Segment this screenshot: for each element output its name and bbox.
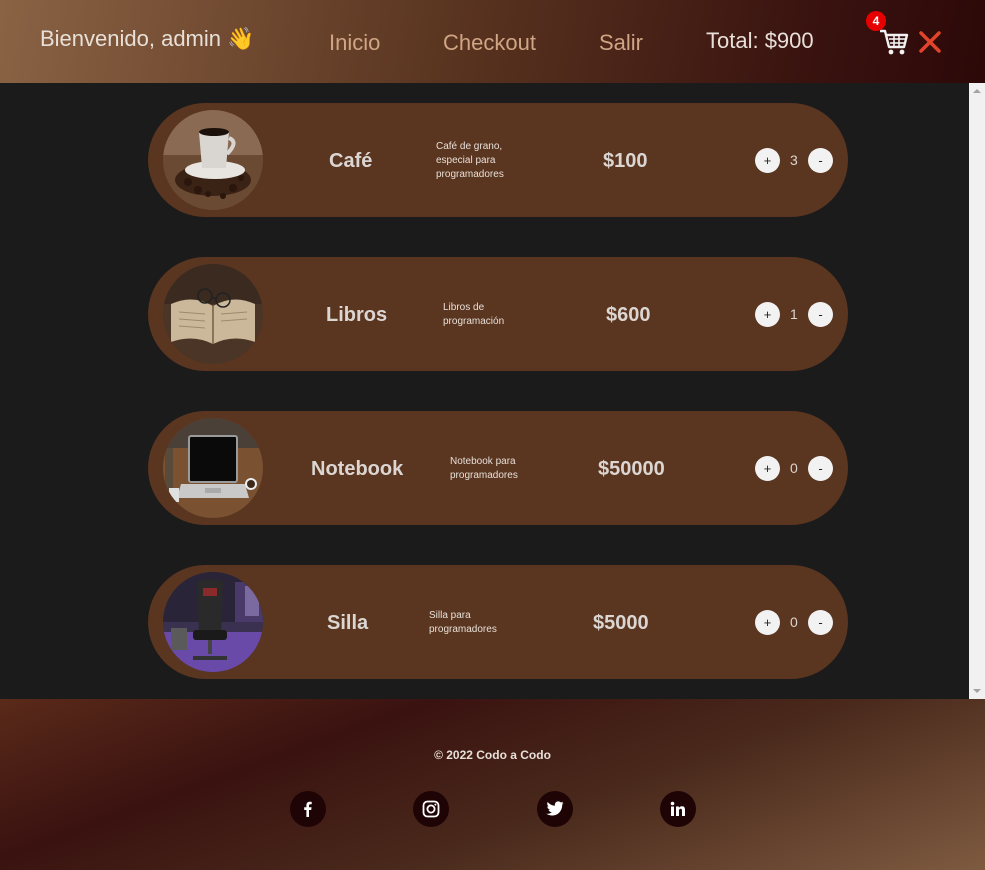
product-card-notebook: Notebook Notebook para programadores $50… bbox=[148, 411, 848, 525]
product-list: Café Café de grano, especial para progra… bbox=[0, 83, 969, 699]
vertical-scrollbar[interactable] bbox=[969, 83, 985, 699]
decrease-quantity-button[interactable]: - bbox=[808, 302, 833, 327]
scroll-down-arrow-icon[interactable] bbox=[969, 683, 985, 699]
product-description: Notebook para programadores bbox=[450, 456, 518, 481]
cart-total: Total: $900 bbox=[706, 28, 814, 53]
product-quantity: 0 bbox=[790, 460, 798, 476]
nav-salir-link[interactable]: Salir bbox=[599, 30, 643, 56]
product-name: Notebook bbox=[311, 458, 404, 480]
instagram-icon[interactable] bbox=[413, 791, 449, 827]
product-description: Café de grano, especial para programador… bbox=[436, 141, 504, 180]
open-book-image bbox=[163, 264, 263, 364]
welcome-message: Bienvenido, admin 👋 bbox=[40, 26, 255, 51]
increase-quantity-button[interactable]: + bbox=[755, 610, 780, 635]
product-price: $100 bbox=[603, 150, 648, 172]
decrease-quantity-button[interactable]: - bbox=[808, 456, 833, 481]
product-quantity: 1 bbox=[790, 306, 798, 322]
nav-inicio-link[interactable]: Inicio bbox=[329, 30, 380, 56]
facebook-icon[interactable] bbox=[290, 791, 326, 827]
product-card-cafe: Café Café de grano, especial para progra… bbox=[148, 103, 848, 217]
product-quantity: 3 bbox=[790, 152, 798, 168]
copyright-text: © 2022 Codo a Codo bbox=[434, 748, 551, 762]
product-price: $50000 bbox=[598, 458, 665, 480]
nav-checkout-link[interactable]: Checkout bbox=[443, 30, 536, 56]
laptop-image bbox=[163, 418, 263, 518]
product-description: Silla para programadores bbox=[429, 610, 497, 635]
product-price: $5000 bbox=[593, 612, 649, 634]
product-quantity: 0 bbox=[790, 614, 798, 630]
increase-quantity-button[interactable]: + bbox=[755, 456, 780, 481]
page-footer: © 2022 Codo a Codo bbox=[0, 699, 985, 870]
product-card-libros: Libros Libros de programación $600 + 1 - bbox=[148, 257, 848, 371]
product-card-silla: Silla Silla para programadores $5000 + 0… bbox=[148, 565, 848, 679]
scroll-up-arrow-icon[interactable] bbox=[969, 83, 985, 99]
decrease-quantity-button[interactable]: - bbox=[808, 148, 833, 173]
product-name: Libros bbox=[326, 304, 388, 326]
product-name: Café bbox=[329, 150, 373, 172]
close-icon[interactable] bbox=[918, 30, 942, 54]
product-description: Libros de programación bbox=[443, 302, 505, 327]
shopping-cart-icon[interactable] bbox=[878, 26, 910, 58]
increase-quantity-button[interactable]: + bbox=[755, 302, 780, 327]
increase-quantity-button[interactable]: + bbox=[755, 148, 780, 173]
product-name: Silla bbox=[327, 612, 369, 634]
cart-count-badge: 4 bbox=[866, 11, 886, 31]
top-navbar: Bienvenido, admin 👋 Inicio Checkout Sali… bbox=[0, 0, 985, 83]
twitter-icon[interactable] bbox=[537, 791, 573, 827]
coffee-cup-image bbox=[163, 110, 263, 210]
linkedin-icon[interactable] bbox=[660, 791, 696, 827]
decrease-quantity-button[interactable]: - bbox=[808, 610, 833, 635]
gaming-chair-image bbox=[163, 572, 263, 672]
product-price: $600 bbox=[606, 304, 651, 326]
